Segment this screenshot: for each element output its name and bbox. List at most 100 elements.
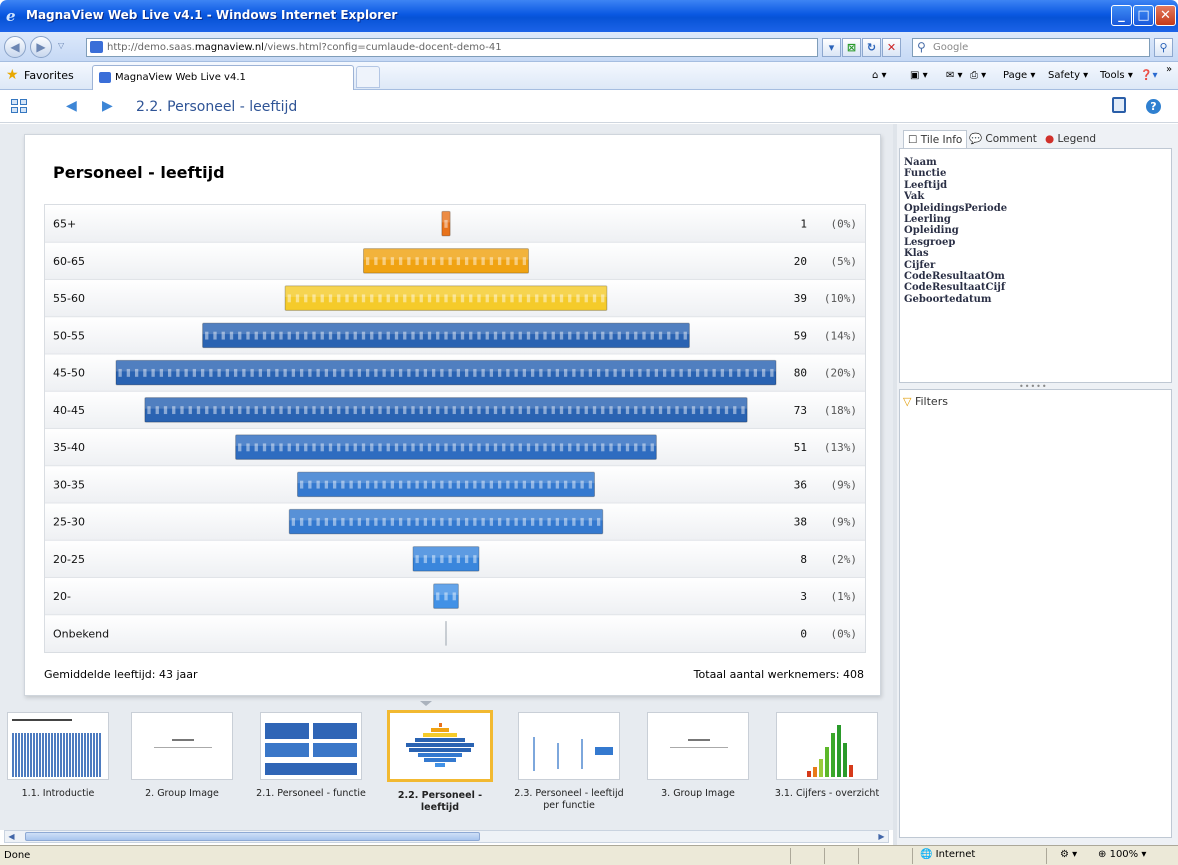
scrollbar-thumb[interactable] (25, 832, 480, 841)
thumbnail-image (387, 710, 493, 782)
security-zone[interactable]: 🌐 Internet (920, 849, 975, 860)
category-label: 35-40 (53, 441, 85, 454)
home-icon[interactable]: ⌂ ▾ (872, 70, 887, 81)
search-input[interactable]: ⚲ Google (912, 38, 1150, 57)
thumbnail-image (647, 712, 749, 780)
thumbnail-3[interactable]: 3. Group Image (643, 712, 753, 800)
filters-panel: ▽ Filters (899, 389, 1172, 838)
overview-grid-icon[interactable] (11, 99, 27, 113)
search-button[interactable]: ⚲ (1154, 38, 1173, 57)
thumbnail-1-1[interactable]: 1.1. Introductie (3, 712, 113, 800)
chevron-more-icon[interactable]: » (1166, 64, 1172, 75)
field-item[interactable]: Naam (904, 157, 1167, 168)
thumbnail-2-2[interactable]: 2.2. Personeel - leeftijd (385, 710, 495, 814)
bar-highlight (285, 285, 607, 297)
book-icon[interactable] (1112, 97, 1126, 113)
url-dropdown-icon[interactable]: ▾ (822, 38, 841, 57)
next-arrow-icon[interactable]: ▶ (102, 98, 113, 114)
field-item[interactable]: Functie (904, 168, 1167, 179)
tile-info-icon: ☐ (908, 134, 918, 146)
thumbnail-2[interactable]: 2. Group Image (127, 712, 237, 800)
tab-tile-info[interactable]: ☐ Tile Info (903, 130, 968, 150)
scroll-right-icon[interactable]: ▶ (875, 831, 888, 842)
main-area: Personeel - leeftijd 65+ 1 (0%) 60-65 20 (5%)… (0, 124, 893, 830)
thumbnail-indicator-icon (420, 701, 432, 706)
page-menu[interactable]: Page ▾ (1003, 70, 1035, 81)
horizontal-scrollbar[interactable]: ◀ ▶ (4, 830, 889, 843)
thumbnail-3-1[interactable]: 3.1. Cijfers - overzicht (772, 712, 882, 800)
help-icon[interactable]: ? (1146, 99, 1161, 114)
average-age-label: Gemiddelde leeftijd: 43 jaar (44, 668, 198, 681)
value-label: 73 (794, 404, 807, 417)
history-dropdown-icon[interactable]: ▽ (58, 41, 64, 50)
refresh-icon[interactable]: ↻ (862, 38, 881, 57)
percent-label: (2%) (831, 553, 858, 566)
url-path: /views.html?config=cumlaude-docent-demo-… (263, 42, 502, 53)
tools-menu-label: Tools (1100, 70, 1125, 81)
category-label: 20-25 (53, 553, 85, 566)
field-item[interactable]: Lesgroep (904, 237, 1167, 248)
chart-row-bg (45, 614, 865, 652)
previous-arrow-icon[interactable]: ◀ (66, 98, 77, 114)
thumbnail-2-1[interactable]: 2.1. Personeel - functie (256, 712, 366, 800)
field-item[interactable]: Vak (904, 191, 1167, 202)
percent-label: (13%) (824, 441, 857, 454)
tab-legend[interactable]: ● Legend (1045, 130, 1096, 150)
field-item[interactable]: CodeResultaatCijf (904, 282, 1167, 293)
maximize-button[interactable]: □ (1133, 5, 1154, 26)
field-item[interactable]: OpleidingsPeriode (904, 203, 1167, 214)
value-label: 0 (800, 627, 807, 640)
print-icon[interactable]: ⎙ ▾ (970, 70, 986, 81)
bar-highlight (289, 509, 603, 521)
tools-menu[interactable]: Tools ▾ (1100, 70, 1133, 81)
mail-icon[interactable]: ✉ ▾ (946, 70, 963, 81)
globe-icon: 🌐 (920, 849, 933, 860)
field-item[interactable]: CodeResultaatOm (904, 271, 1167, 282)
tab-comment[interactable]: 💬 Comment (969, 130, 1037, 150)
thumbnail-2-3[interactable]: 2.3. Personeel - leeftijd per functie (514, 712, 624, 812)
category-label: 20- (53, 590, 71, 603)
status-bar: Done 🌐 Internet ⚙ ▾ ⊕ 100% ▾ (0, 845, 1178, 865)
field-item[interactable]: Leerling (904, 214, 1167, 225)
zoom-control[interactable]: ⊕ 100% ▾ (1098, 849, 1146, 860)
forward-icon[interactable]: ▶ (30, 36, 52, 58)
value-label: 36 (794, 478, 807, 491)
help-menu-icon[interactable]: ❓▾ (1140, 70, 1157, 81)
thumbnail-image (260, 712, 362, 780)
minimize-button[interactable]: _ (1111, 5, 1132, 26)
field-item[interactable]: Leeftijd (904, 180, 1167, 191)
browser-tab-active[interactable]: MagnaView Web Live v4.1 (92, 65, 354, 90)
favorites-star-icon[interactable]: ★ (6, 67, 19, 83)
compat-view-icon[interactable]: ⊠ (842, 38, 861, 57)
zoom-label: 100% (1109, 849, 1139, 860)
safety-menu[interactable]: Safety ▾ (1048, 70, 1088, 81)
protected-mode-icon[interactable]: ⚙ ▾ (1060, 849, 1077, 860)
percent-label: (5%) (831, 255, 858, 268)
category-label: 40-45 (53, 404, 85, 417)
bar-highlight (144, 397, 748, 409)
url-input[interactable]: http://demo.saas.magnaview.nl/views.html… (86, 38, 818, 57)
field-item[interactable]: Geboortedatum (904, 294, 1167, 305)
scroll-left-icon[interactable]: ◀ (5, 831, 18, 842)
thumbnail-label: 3.1. Cijfers - overzicht (774, 788, 880, 799)
percent-label: (14%) (824, 329, 857, 342)
field-item[interactable]: Opleiding (904, 225, 1167, 236)
window-titlebar[interactable]: e MagnaView Web Live v4.1 - Windows Inte… (0, 0, 1178, 32)
thumbnail-strip: 1.1. Introductie 2. Group Image 2.1. Per… (0, 708, 893, 828)
field-item[interactable]: Klas (904, 248, 1167, 259)
status-cell (912, 848, 913, 864)
close-button[interactable]: ✕ (1155, 5, 1176, 26)
new-tab-button[interactable] (356, 66, 380, 88)
bar-highlight (235, 434, 657, 446)
favorites-button[interactable]: Favorites (24, 69, 74, 82)
bar-highlight (116, 360, 776, 372)
thumbnail-image (7, 712, 109, 780)
back-icon[interactable]: ◀ (4, 36, 26, 58)
thumbnail-label: 3. Group Image (661, 788, 735, 799)
feeds-icon[interactable]: ▣ ▾ (910, 70, 928, 81)
field-item[interactable]: Cijfer (904, 260, 1167, 271)
stop-icon[interactable]: ✕ (882, 38, 901, 57)
total-employees-label: Totaal aantal werknemers: 408 (693, 668, 864, 681)
chart-svg: 65+ 1 (0%) 60-65 20 (5%) 55-60 39 (10%) 50-55 59 (1… (45, 205, 865, 652)
filters-header[interactable]: ▽ Filters (903, 395, 948, 408)
